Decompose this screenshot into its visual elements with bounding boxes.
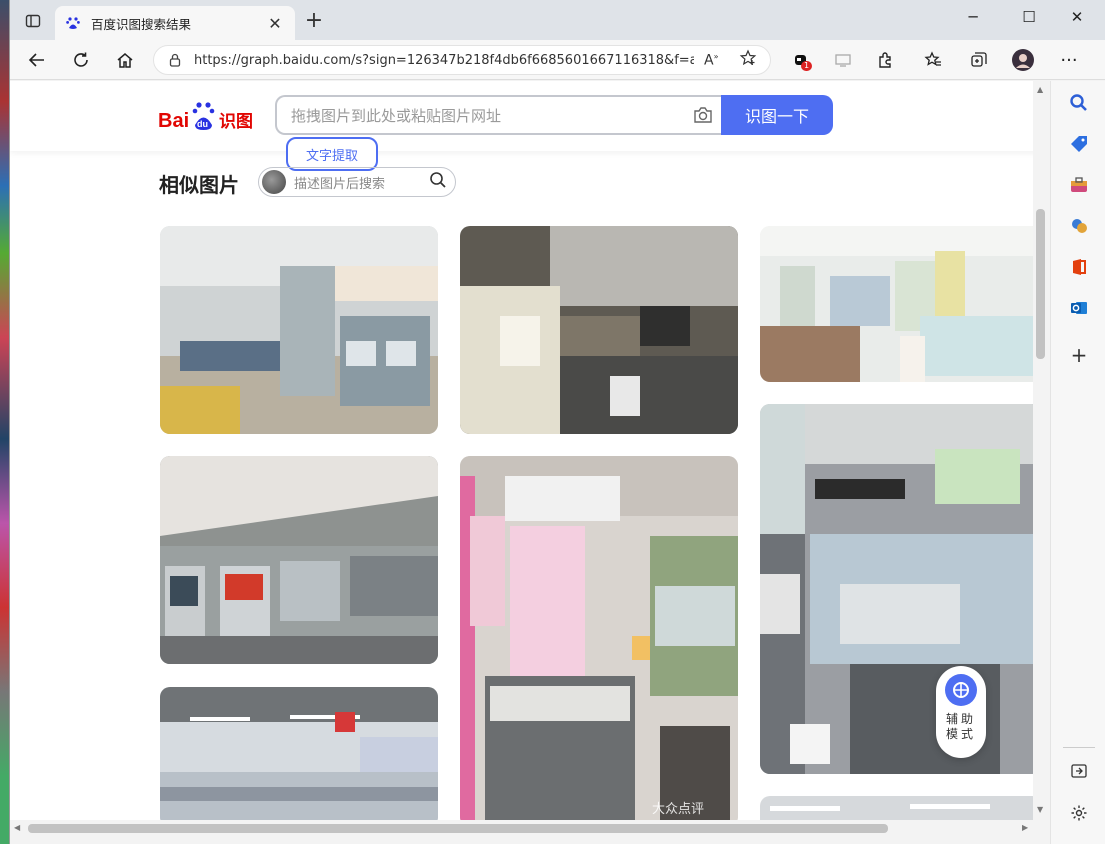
result-image[interactable] <box>160 226 438 434</box>
search-icon[interactable] <box>1067 91 1091 115</box>
tab-title: 百度识图搜索结果 <box>91 16 192 32</box>
horizontal-scrollbar[interactable]: ◀ ▶ <box>10 820 1048 836</box>
horizontal-scroll-thumb[interactable] <box>28 824 888 833</box>
refresh-icon[interactable] <box>66 46 96 74</box>
page-header: Bai du 识图 拖拽图片到此处或粘贴图片网址 识图一下 <box>10 81 1041 151</box>
shopping-tag-icon[interactable] <box>1067 132 1091 156</box>
maximize-icon[interactable]: ☐ <box>1014 8 1044 32</box>
camera-icon[interactable] <box>683 106 723 124</box>
text-extract-button[interactable]: 文字提取 <box>286 137 378 171</box>
browser-toolbar: https://graph.baidu.com/s?sign=126347b21… <box>10 40 1105 80</box>
sidebar-divider <box>1063 747 1095 748</box>
collections-icon[interactable] <box>964 46 994 74</box>
extension-icon[interactable]: 1 <box>786 46 816 74</box>
url-text: https://graph.baidu.com/s?sign=126347b21… <box>194 52 694 68</box>
outlook-icon[interactable] <box>1067 296 1091 320</box>
scroll-right-icon[interactable]: ▶ <box>1022 823 1028 832</box>
result-image[interactable]: 大众点评 <box>460 456 738 820</box>
image-watermark: 大众点评 <box>652 802 705 817</box>
query-thumbnail <box>262 170 286 194</box>
screen-share-icon[interactable] <box>828 46 858 74</box>
result-image[interactable] <box>160 687 438 820</box>
describe-search-input[interactable]: 描述图片后搜索 <box>258 167 456 197</box>
profile-avatar[interactable] <box>1008 46 1038 74</box>
baidu-favicon-icon <box>66 17 80 29</box>
tools-icon[interactable] <box>1067 173 1091 197</box>
home-icon[interactable] <box>110 46 140 74</box>
result-image[interactable] <box>760 796 1041 820</box>
close-window-icon[interactable]: ✕ <box>1062 8 1092 32</box>
read-aloud-icon[interactable]: A» <box>704 52 718 69</box>
extensions-puzzle-icon[interactable] <box>870 46 900 74</box>
section-title: 相似图片 <box>159 173 239 197</box>
edge-sidebar: + <box>1050 81 1105 844</box>
new-tab-button[interactable]: + <box>302 10 326 34</box>
vertical-scroll-thumb[interactable] <box>1036 209 1045 359</box>
assist-mode-button[interactable]: 辅助模式 <box>936 666 986 758</box>
search-placeholder: 拖拽图片到此处或粘贴图片网址 <box>291 106 502 125</box>
back-icon[interactable] <box>22 46 52 74</box>
accessibility-icon <box>945 674 977 706</box>
tab-bar: 百度识图搜索结果 ✕ + ─ ☐ ✕ <box>10 0 1105 40</box>
hide-sidebar-icon[interactable] <box>1067 759 1091 783</box>
browser-window: 百度识图搜索结果 ✕ + ─ ☐ ✕ https://graph.baidu.c… <box>9 0 1105 844</box>
vertical-scrollbar[interactable]: ▲ ▼ <box>1033 81 1048 820</box>
office-icon[interactable] <box>1067 255 1091 279</box>
image-search-box[interactable]: 拖拽图片到此处或粘贴图片网址 <box>275 95 723 135</box>
scroll-up-icon[interactable]: ▲ <box>1037 85 1043 94</box>
games-icon[interactable] <box>1067 214 1091 238</box>
lock-icon <box>169 53 181 67</box>
active-tab[interactable]: 百度识图搜索结果 ✕ <box>55 6 295 40</box>
minimize-icon[interactable]: ─ <box>958 8 988 32</box>
assist-mode-label: 辅助模式 <box>946 712 977 741</box>
add-sidebar-app-icon[interactable]: + <box>1067 343 1091 367</box>
svg-text:du: du <box>197 119 208 129</box>
baidu-shitu-logo[interactable]: Bai du 识图 <box>158 99 258 133</box>
desktop-background-strip <box>0 0 9 844</box>
tab-actions-icon[interactable] <box>20 10 46 32</box>
svg-text:识图: 识图 <box>219 112 253 132</box>
result-image[interactable] <box>460 226 738 434</box>
extension-badge: 1 <box>801 61 813 71</box>
result-image[interactable] <box>160 456 438 664</box>
describe-search-placeholder: 描述图片后搜索 <box>294 176 386 192</box>
close-tab-icon[interactable]: ✕ <box>265 14 285 33</box>
favorites-icon[interactable] <box>918 46 948 74</box>
svg-text:Bai: Bai <box>158 110 189 132</box>
more-menu-icon[interactable]: ··· <box>1054 46 1084 74</box>
sidebar-settings-icon[interactable] <box>1067 801 1091 825</box>
address-bar[interactable]: https://graph.baidu.com/s?sign=126347b21… <box>153 45 771 75</box>
scroll-down-icon[interactable]: ▼ <box>1037 805 1043 814</box>
search-icon[interactable] <box>429 171 455 193</box>
result-image[interactable] <box>760 226 1041 382</box>
scroll-left-icon[interactable]: ◀ <box>14 823 20 832</box>
search-button[interactable]: 识图一下 <box>721 95 833 135</box>
add-favorite-icon[interactable] <box>739 49 757 71</box>
web-content: Bai du 识图 拖拽图片到此处或粘贴图片网址 识图一下 文字提取 相似图片 <box>10 81 1041 820</box>
result-image[interactable] <box>760 404 1041 774</box>
